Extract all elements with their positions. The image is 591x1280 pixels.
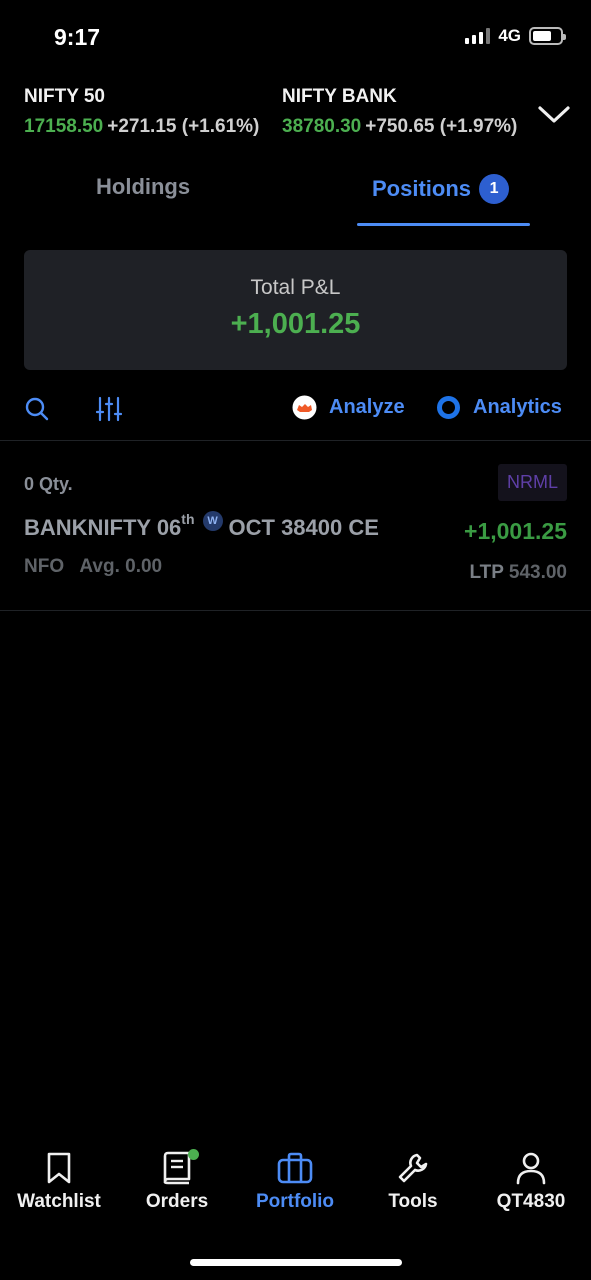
index-name: NIFTY BANK [282,86,397,107]
battery-icon [529,27,566,45]
portfolio-tabs: Holdings Positions 1 [0,160,591,228]
user-icon [516,1152,546,1185]
status-time: 9:17 [54,24,101,50]
index-change: +271.15 (+1.61%) [107,116,260,137]
expiry-day-suffix: th [181,510,195,527]
nav-orders[interactable]: Orders [118,1145,236,1213]
index-niftybank[interactable]: NIFTY BANK 38780.30 +750.65 (+1.97%) [282,86,532,138]
analyze-button[interactable]: Analyze [292,395,405,420]
position-pnl: +1,001.25 [464,518,567,544]
nav-label: Portfolio [255,1191,335,1212]
nav-tools[interactable]: Tools [354,1145,472,1213]
position-exchange: NFO [24,556,65,577]
position-qty: 0 Qty. [24,474,73,494]
positions-count-badge: 1 [479,174,510,204]
position-contract: OCT 38400 CE [228,515,379,540]
tab-holdings[interactable]: Holdings [96,174,190,200]
position-meta: NFO Avg. 0.00 [24,556,162,578]
nav-label: Tools [388,1191,438,1212]
index-change: +750.65 (+1.97%) [365,116,518,137]
total-pnl-card: Total P&L +1,001.25 [24,250,567,370]
tab-positions[interactable]: Positions 1 [372,174,510,204]
total-pnl-value: +1,001.25 [230,308,361,340]
nav-label: QT4830 [496,1191,566,1212]
index-nifty50[interactable]: NIFTY 50 17158.50 +271.15 (+1.61%) [24,86,270,138]
position-avg-value: 0.00 [125,556,163,577]
positions-toolbar: Analyze Analytics [0,388,591,430]
index-price: 38780.30 [282,116,362,137]
briefcase-icon [277,1152,313,1184]
index-price: 17158.50 [24,116,104,137]
orders-notification-dot [188,1149,199,1160]
position-row[interactable]: 0 Qty. NRML BANKNIFTY 06th W OCT 38400 CE … [0,441,591,610]
bull-logo-icon [292,395,317,420]
analytics-ring-icon [437,396,460,419]
tab-positions-label: Positions [372,176,472,201]
position-avg-label: Avg. [79,556,120,577]
analyze-label: Analyze [329,396,405,418]
ltp-label: LTP [469,562,504,583]
product-type-badge: NRML [497,464,567,501]
ltp-value: 543.00 [508,562,567,583]
wrench-icon [398,1153,428,1183]
status-bar: 9:17 4G [0,0,591,72]
nav-profile[interactable]: QT4830 [472,1145,590,1213]
nav-label: Orders [145,1191,209,1212]
weekly-expiry-badge: W [202,511,223,531]
nav-label: Watchlist [17,1191,101,1212]
analytics-button[interactable]: Analytics [436,395,562,420]
bookmark-icon [47,1152,71,1184]
signal-icon [465,28,491,44]
nav-watchlist[interactable]: Watchlist [0,1145,118,1213]
total-pnl-label: Total P&L [250,276,341,299]
index-name: NIFTY 50 [24,86,105,107]
nav-portfolio[interactable]: Portfolio [236,1145,354,1213]
position-ltp: LTP 543.00 [469,562,567,584]
filter-sliders-icon[interactable] [96,396,122,422]
bottom-nav: Watchlist Orders Portfolio Tools QT4830 [0,1145,591,1235]
position-symbol: BANKNIFTY 06th W OCT 38400 CE [24,511,379,541]
search-icon[interactable] [24,396,50,422]
position-underlying: BANKNIFTY 06 [24,515,182,540]
status-indicators: 4G [465,26,566,46]
analytics-label: Analytics [473,396,562,418]
active-tab-indicator [357,223,530,226]
divider [0,610,591,611]
home-indicator[interactable] [190,1259,402,1266]
chevron-down-icon[interactable] [536,100,572,128]
index-ticker[interactable]: NIFTY 50 17158.50 +271.15 (+1.61%) NIFTY … [24,86,572,146]
network-type: 4G [498,26,521,45]
